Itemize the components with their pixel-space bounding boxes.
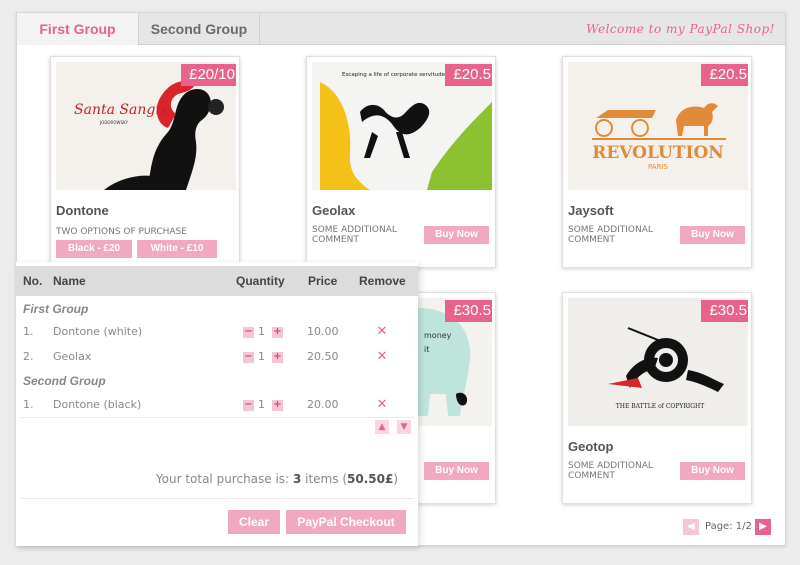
total-items-word: items [305,472,339,486]
buy-now-button[interactable]: Buy Now [424,226,489,244]
row-name: Dontone (black) [53,398,142,411]
image-subtitle-text: PARIS [648,163,668,171]
product-image: Escaping a life of corporate servitude. … [312,62,492,190]
row-price: 20.50 [307,350,339,363]
clear-cart-button[interactable]: Clear [228,510,280,534]
next-page-button[interactable]: ▶ [755,519,771,535]
prev-page-button[interactable]: ◀ [683,519,699,535]
row-price: 20.00 [307,398,339,411]
svg-text:JODOROWSKY: JODOROWSKY [99,120,128,125]
remove-icon[interactable]: ✕ [375,398,389,412]
image-title-text: REVOLUTION [592,143,724,163]
product-image: REVOLUTION PARIS £20.5 [568,62,748,190]
scroll-down-icon[interactable]: ▼ [397,420,411,434]
product-name: Dontone [56,203,109,218]
cart-group-label: First Group [23,302,89,316]
total-prefix: Your total purchase is: [155,472,290,486]
cart-row: 2. Geolax − 1 + 20.50 ✕ [16,347,418,367]
page-indicator: Page: 1/2 [705,521,752,532]
remove-icon[interactable]: ✕ [375,325,389,339]
row-number: 1. [23,325,34,338]
total-items-count: 3 [292,472,302,486]
buy-now-button[interactable]: Buy Now [424,462,489,480]
price-tag: £30.5 [445,300,492,328]
product-card-jaysoft: REVOLUTION PARIS £20.5 Jaysoft SOME ADDI… [562,56,752,268]
product-image: Santa Sangre JODOROWSKY £20/10 [56,62,236,190]
product-comment: TWO OPTIONS OF PURCHASE [56,227,187,237]
price-tag: £20/10 [181,64,236,92]
paypal-checkout-button[interactable]: PayPal Checkout [286,510,406,534]
cart-row: 1. Dontone (white) − 1 + 10.00 ✕ [16,322,418,342]
product-comment: SOME ADDITIONAL COMMENT [312,225,397,245]
decrease-qty-button[interactable]: − [243,400,254,411]
cart-header: No. Name Quantity Price Remove [16,266,418,296]
price-tag: £20.5 [445,64,492,92]
image-caption: Escaping a life of corporate servitude. [342,72,447,78]
product-card-dontone: Santa Sangre JODOROWSKY £20/10 Dontone T… [50,56,240,268]
group-tabs: First Group Second Group Welcome to my P… [17,13,785,45]
increase-qty-button[interactable]: + [272,327,283,338]
col-no: No. [23,274,43,288]
remove-icon[interactable]: ✕ [375,350,389,364]
scroll-up-icon[interactable]: ▲ [375,420,389,434]
row-quantity: 1 [258,398,265,411]
row-name: Geolax [53,350,92,363]
pagination: ◀ Page: 1/2 ▶ [683,519,771,535]
row-quantity: 1 [258,350,265,363]
product-comment: SOME ADDITIONAL COMMENT [568,225,653,245]
product-name: Jaysoft [568,203,614,218]
product-image: THE BATTLE of COPYRIGHT £30.5 [568,298,748,426]
row-price: 10.00 [307,325,339,338]
col-quantity: Quantity [236,274,285,288]
col-remove: Remove [359,274,406,288]
buy-now-button[interactable]: Buy Now [680,462,745,480]
product-comment: SOME ADDITIONAL COMMENT [568,461,653,481]
col-name: Name [53,274,86,288]
increase-qty-button[interactable]: + [272,400,283,411]
image-title-text: Santa Sangre [74,102,170,118]
row-number: 1. [23,398,34,411]
svg-text:money: money [424,331,452,340]
total-amount: 50.50£ [347,472,394,486]
row-number: 2. [23,350,34,363]
divider [20,417,414,418]
cart-total: Your total purchase is: 3 items (50.50£) [155,472,398,486]
product-name: Geolax [312,203,356,218]
shopping-cart: No. Name Quantity Price Remove First Gro… [16,262,418,546]
welcome-text: Welcome to my PayPal Shop! [586,22,775,36]
product-card-geotop: THE BATTLE of COPYRIGHT £30.5 Geotop SOM… [562,292,752,504]
svg-text:it: it [424,345,429,354]
cart-row: 1. Dontone (black) − 1 + 20.00 ✕ [16,395,418,415]
image-caption: THE BATTLE of COPYRIGHT [616,403,705,410]
tab-first-group[interactable]: First Group [17,13,139,45]
buy-black-button[interactable]: Black - £20 [56,240,132,258]
tab-second-group[interactable]: Second Group [139,13,260,45]
product-name: Geotop [568,439,614,454]
row-name: Dontone (white) [53,325,143,338]
decrease-qty-button[interactable]: − [243,352,254,363]
buy-now-button[interactable]: Buy Now [680,226,745,244]
price-tag: £30.5 [701,300,748,328]
divider [20,498,414,499]
buy-white-button[interactable]: White - £10 [137,240,217,258]
cart-group-label: Second Group [23,374,106,388]
row-quantity: 1 [258,325,265,338]
col-price: Price [308,274,338,288]
decrease-qty-button[interactable]: − [243,327,254,338]
product-card-geolax: Escaping a life of corporate servitude. … [306,56,496,268]
increase-qty-button[interactable]: + [272,352,283,363]
price-tag: £20.5 [701,64,748,92]
